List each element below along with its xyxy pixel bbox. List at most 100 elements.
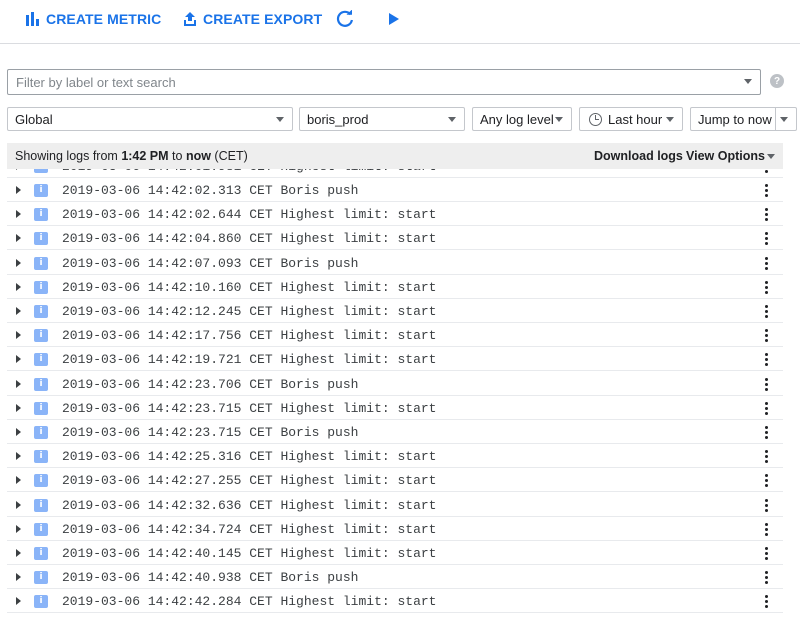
expand-arrow-icon[interactable]: [16, 403, 21, 412]
log-row[interactable]: i 2019-03-06 14:42:34.724 CET Highest lim…: [7, 517, 783, 541]
more-vert-icon[interactable]: [761, 328, 771, 344]
filter-dropdown-icon[interactable]: [744, 79, 752, 84]
expand-arrow-icon[interactable]: [16, 355, 21, 364]
log-message: Boris push: [280, 376, 359, 392]
more-vert-icon[interactable]: [761, 425, 771, 441]
from-time: 1:42 PM: [121, 149, 169, 163]
log-row[interactable]: i 2019-03-06 14:42:10.160 CET Highest lim…: [7, 275, 783, 299]
log-row[interactable]: i 2019-03-06 14:42:04.860 CET Highest lim…: [7, 226, 783, 251]
more-vert-icon[interactable]: [761, 256, 771, 272]
info-severity-icon: i: [34, 547, 48, 560]
log-entry-text: 2019-03-06 14:42:42.284 CET Highest limi…: [62, 594, 436, 609]
log-row[interactable]: i 2019-03-06 14:42:23.715 CET Boris push: [7, 420, 783, 444]
more-vert-icon[interactable]: [761, 473, 771, 489]
log-level-select[interactable]: Any log level: [472, 107, 572, 131]
expand-arrow-icon[interactable]: [16, 573, 21, 582]
more-vert-icon[interactable]: [761, 231, 771, 247]
expand-arrow-icon[interactable]: [16, 331, 21, 340]
log-row[interactable]: i 2019-03-06 14:42:02.644 CET Highest lim…: [7, 202, 783, 227]
expand-arrow-icon[interactable]: [16, 282, 21, 291]
filter-search-input[interactable]: [16, 73, 716, 91]
jump-to-now-button[interactable]: Jump to now: [690, 107, 797, 131]
log-entry-text: 2019-03-06 14:42:40.145 CET Highest limi…: [62, 546, 436, 561]
expand-arrow-icon[interactable]: [16, 500, 21, 509]
more-vert-icon[interactable]: [761, 280, 771, 296]
more-vert-icon[interactable]: [761, 449, 771, 465]
create-export-button[interactable]: CREATE EXPORT: [183, 0, 322, 38]
log-row[interactable]: i 2019-03-06 14:42:19.721 CET Highest lim…: [7, 347, 783, 372]
log-entry-text: 2019-03-06 14:42:17.756 CET Highest limi…: [62, 328, 436, 343]
more-vert-icon[interactable]: [761, 183, 771, 199]
info-severity-icon: i: [34, 401, 48, 415]
log-row[interactable]: i 2019-03-06 14:42:40.145 CET Highest lim…: [7, 541, 783, 565]
more-vert-icon[interactable]: [761, 304, 771, 320]
chevron-down-icon[interactable]: [780, 117, 788, 122]
log-row[interactable]: i 2019-03-06 14:42:12.245 CET Highest lim…: [7, 299, 783, 323]
info-severity-icon: i: [34, 329, 48, 343]
more-vert-icon[interactable]: [761, 570, 771, 586]
more-vert-icon[interactable]: [761, 169, 771, 175]
expand-arrow-icon[interactable]: [16, 428, 21, 436]
chevron-down-icon: [448, 117, 456, 122]
log-row[interactable]: i 2019-03-06 14:42:42.284 CET Highest lim…: [7, 589, 783, 614]
log-entry-text: 2019-03-06 14:42:02.313 CET Boris push: [62, 183, 358, 198]
log-list: i 2019-03-06 14:42:01.981 CET Highest lim…: [7, 169, 783, 618]
expand-arrow-icon[interactable]: [16, 524, 21, 533]
log-entry-text: 2019-03-06 14:42:40.938 CET Boris push: [62, 570, 358, 585]
log-timestamp: 2019-03-06 14:42:04.860 CET: [62, 231, 273, 247]
more-vert-icon[interactable]: [761, 352, 771, 368]
resource-select-value: Global: [15, 111, 53, 127]
expand-arrow-icon[interactable]: [16, 186, 21, 194]
log-timestamp: 2019-03-06 14:42:10.160 CET: [62, 279, 273, 295]
log-name-select[interactable]: boris_prod: [299, 107, 465, 131]
expand-arrow-icon[interactable]: [16, 234, 21, 243]
log-row[interactable]: i 2019-03-06 14:42:23.706 CET Boris push: [7, 372, 783, 396]
log-entry-text: 2019-03-06 14:42:12.245 CET Highest limi…: [62, 304, 436, 319]
log-level-select-value: Any log level: [480, 111, 554, 127]
expand-arrow-icon[interactable]: [16, 210, 21, 219]
time-range-select-value: Last hour: [608, 111, 663, 127]
view-options-button[interactable]: View Options: [686, 149, 765, 163]
more-vert-icon[interactable]: [761, 207, 771, 223]
more-vert-icon[interactable]: [761, 498, 771, 514]
log-row[interactable]: i 2019-03-06 14:42:25.316 CET Highest lim…: [7, 444, 783, 469]
resource-select[interactable]: Global: [7, 107, 293, 131]
create-metric-button[interactable]: CREATE METRIC: [26, 0, 161, 38]
log-row[interactable]: i 2019-03-06 14:42:17.756 CET Highest lim…: [7, 323, 783, 348]
log-row[interactable]: i 2019-03-06 14:42:27.255 CET Highest lim…: [7, 468, 783, 493]
expand-arrow-icon[interactable]: [16, 258, 21, 267]
log-entry-text: 2019-03-06 14:42:27.255 CET Highest limi…: [62, 473, 436, 488]
time-range-select[interactable]: Last hour: [579, 107, 683, 131]
expand-arrow-icon[interactable]: [16, 476, 21, 485]
more-vert-icon[interactable]: [761, 546, 771, 562]
stream-logs-button[interactable]: [387, 0, 401, 38]
log-row[interactable]: i 2019-03-06 14:42:32.636 CET Highest lim…: [7, 493, 783, 517]
help-icon[interactable]: ?: [770, 74, 784, 88]
expand-arrow-icon[interactable]: [16, 597, 21, 606]
expand-arrow-icon[interactable]: [16, 379, 21, 388]
log-message: Highest limit: start: [280, 231, 437, 247]
log-row[interactable]: i 2019-03-06 14:42:02.313 CET Boris push: [7, 178, 783, 202]
expand-arrow-icon[interactable]: [16, 169, 21, 170]
chevron-down-icon[interactable]: [767, 154, 775, 159]
info-severity-icon: i: [34, 377, 48, 391]
info-severity-icon: i: [34, 280, 48, 294]
more-vert-icon[interactable]: [761, 401, 771, 417]
log-timestamp: 2019-03-06 14:42:17.756 CET: [62, 328, 273, 344]
expand-arrow-icon[interactable]: [16, 307, 21, 315]
log-row[interactable]: i 2019-03-06 14:42:40.938 CET Boris push: [7, 565, 783, 590]
expand-arrow-icon[interactable]: [16, 549, 21, 557]
more-vert-icon[interactable]: [761, 377, 771, 393]
log-timestamp: 2019-03-06 14:42:19.721 CET: [62, 352, 273, 368]
refresh-button[interactable]: [336, 0, 354, 38]
log-row[interactable]: i 2019-03-06 14:42:23.715 CET Highest lim…: [7, 396, 783, 420]
expand-arrow-icon[interactable]: [16, 452, 21, 461]
download-logs-button[interactable]: Download logs: [594, 149, 683, 163]
log-row[interactable]: i 2019-03-06 14:42:07.093 CET Boris push: [7, 251, 783, 275]
log-header: Showing logs from 1:42 PM to now (CET) D…: [7, 143, 783, 169]
more-vert-icon[interactable]: [761, 522, 771, 538]
refresh-icon: [336, 10, 354, 28]
log-message: Boris push: [280, 255, 359, 271]
log-row-partial[interactable]: i 2019-03-06 14:42:01.981 CET Highest lim…: [7, 169, 783, 178]
more-vert-icon[interactable]: [761, 594, 771, 610]
